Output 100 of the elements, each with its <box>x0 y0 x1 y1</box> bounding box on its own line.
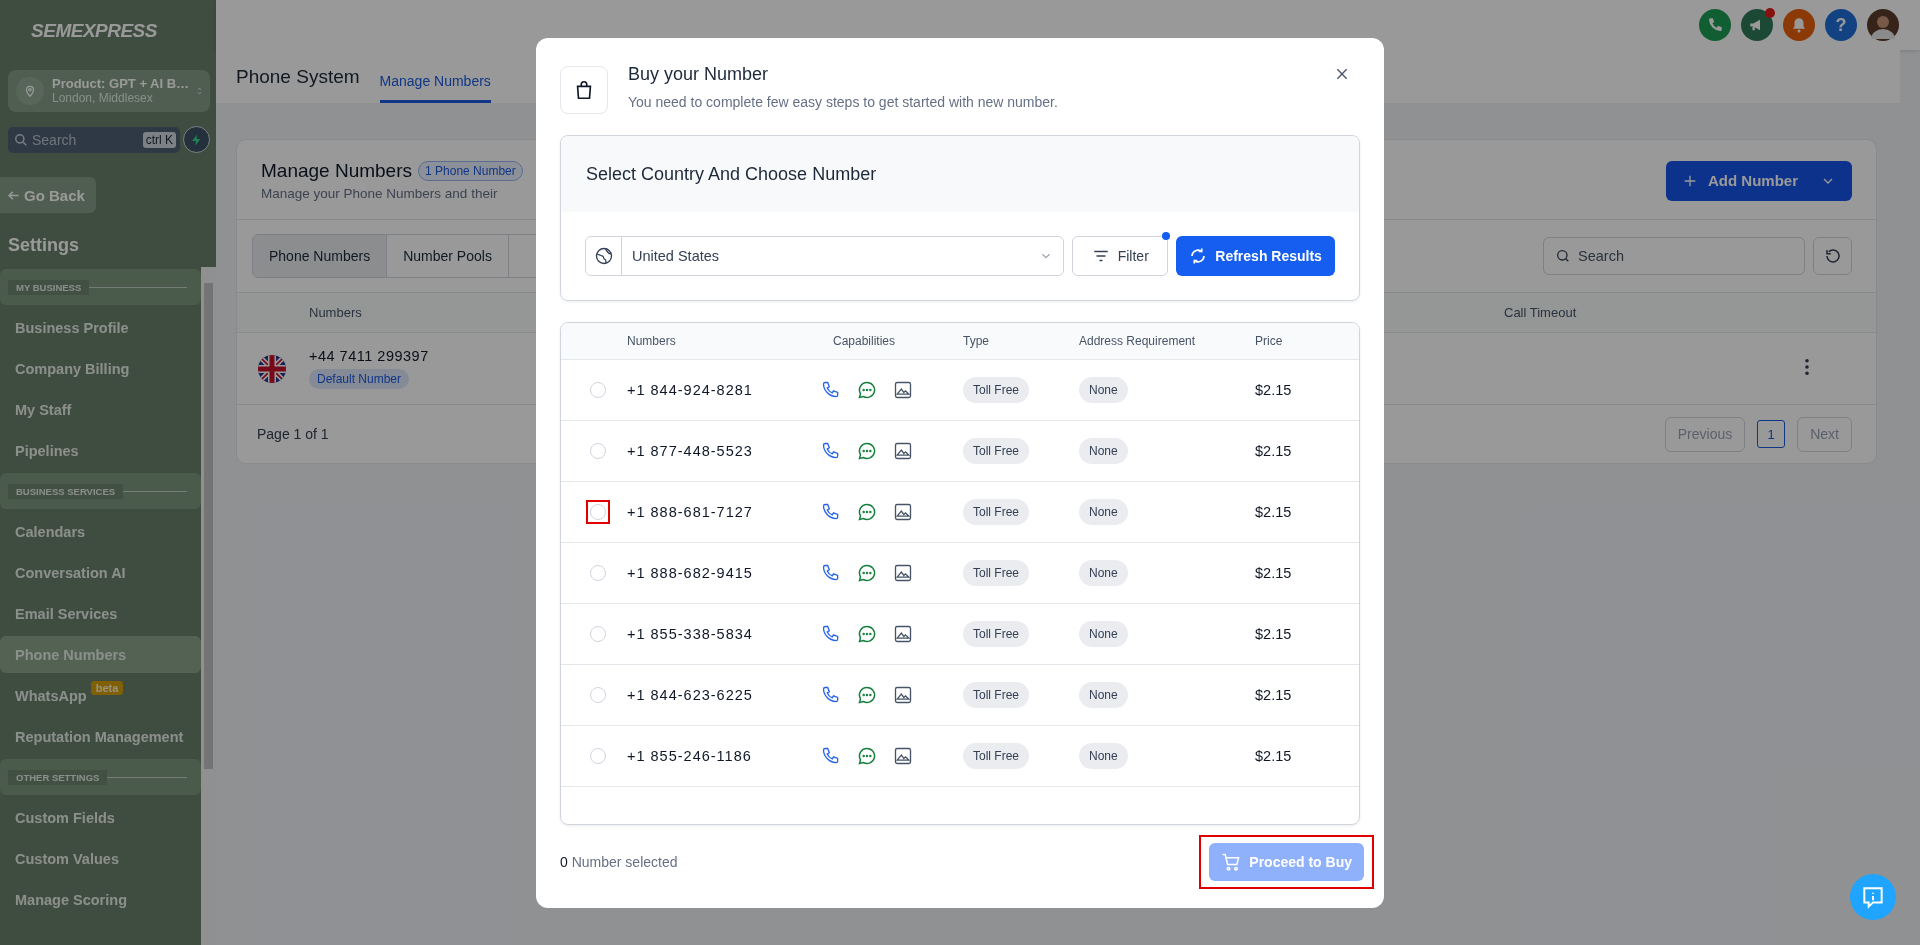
close-icon <box>1334 66 1350 82</box>
chat-icon <box>857 563 877 583</box>
help-button[interactable]: ? <box>1825 9 1857 41</box>
radio-button[interactable] <box>590 382 606 398</box>
phone-icon <box>821 624 841 644</box>
phone-number: +1 888-682-9415 <box>627 565 754 581</box>
page-tab[interactable]: Manage Numbers <box>379 63 491 103</box>
phone-icon <box>1706 16 1724 34</box>
page-button[interactable]: 1 <box>1757 420 1786 448</box>
location-selector[interactable]: Product: GPT + AI B… London, Middlesex <box>8 70 210 112</box>
price: $2.15 <box>1255 504 1293 520</box>
address-badge: None <box>1079 682 1128 708</box>
tab[interactable]: Phone Numbers <box>253 235 388 277</box>
price: $2.15 <box>1255 748 1293 764</box>
column-header: Numbers <box>309 305 363 320</box>
type-badge: Toll Free <box>963 621 1029 647</box>
sidebar-item[interactable]: Email Services <box>0 593 201 634</box>
address-badge: None <box>1079 560 1128 586</box>
card-subtitle: Manage your Phone Numbers and their <box>261 186 499 201</box>
section-label: BUSINESS SERVICES <box>8 483 124 499</box>
sidebar-item[interactable]: My Staff <box>0 389 201 430</box>
sidebar-item[interactable]: Manage Scoring <box>0 879 201 920</box>
sidebar-heading: Settings <box>8 235 80 257</box>
radio-button[interactable] <box>590 687 606 703</box>
phone-icon <box>821 685 841 705</box>
column-header: Address Requirement <box>1079 334 1197 348</box>
phone-icon <box>821 502 841 522</box>
page-title: Phone System <box>236 65 360 88</box>
dialog-title: Buy your Number <box>628 64 770 85</box>
column-header: Type <box>963 334 990 348</box>
add-number-button[interactable]: Add Number <box>1666 160 1852 201</box>
price: $2.15 <box>1255 565 1293 581</box>
reset-button[interactable] <box>1813 237 1852 275</box>
quick-action-button[interactable] <box>183 126 210 153</box>
sidebar-item[interactable]: Custom Fields <box>0 797 201 838</box>
more-icon <box>1804 358 1810 376</box>
phone-button[interactable] <box>1699 9 1731 41</box>
sidebar-item[interactable]: Phone Numbers <box>0 636 201 673</box>
type-badge: Toll Free <box>963 560 1029 586</box>
address-badge: None <box>1079 743 1128 769</box>
search-field[interactable]: Search <box>1543 237 1805 275</box>
phone-number: +1 877-448-5523 <box>627 443 754 459</box>
sidebar-item[interactable]: Pipelines <box>0 430 201 471</box>
type-badge: Toll Free <box>963 743 1029 769</box>
image-icon <box>893 685 913 705</box>
image-icon <box>893 746 913 766</box>
avatar[interactable] <box>1867 9 1899 41</box>
chat-info-icon <box>1860 884 1886 910</box>
next-button[interactable]: Next <box>1797 416 1852 452</box>
bell-button[interactable] <box>1783 9 1815 41</box>
type-badge: Toll Free <box>963 682 1029 708</box>
radio-button[interactable] <box>590 626 606 642</box>
address-badge: None <box>1079 377 1128 403</box>
country-value: United States <box>631 248 721 264</box>
globe-icon <box>593 246 614 266</box>
location-title: Product: GPT + AI B… <box>52 76 190 91</box>
sidebar-item[interactable]: Custom Values <box>0 838 201 879</box>
phone-icon <box>821 380 841 400</box>
sidebar-item[interactable]: Conversation AI <box>0 552 201 593</box>
address-badge: None <box>1079 438 1128 464</box>
refresh-results-button[interactable]: Refresh Results <box>1176 236 1335 276</box>
chat-icon <box>857 685 877 705</box>
megaphone-button[interactable] <box>1741 9 1773 41</box>
phone-number: +1 855-338-5834 <box>627 626 754 642</box>
country-select[interactable]: United States <box>585 236 1065 276</box>
back-button[interactable]: Go Back <box>0 177 96 213</box>
page-summary: Page 1 of 1 <box>257 426 329 442</box>
price: $2.15 <box>1255 382 1293 398</box>
column-header: Numbers <box>627 334 677 348</box>
radio-button[interactable] <box>590 565 606 581</box>
location-subtitle: London, Middlesex <box>52 91 154 106</box>
default-badge: Default Number <box>309 369 410 389</box>
flag-icon <box>257 353 287 384</box>
column-header: Call Timeout <box>1504 305 1578 320</box>
address-badge: None <box>1079 621 1128 647</box>
radio-button[interactable] <box>590 748 606 764</box>
radio-button[interactable] <box>590 443 606 459</box>
count-badge: 1 Phone Number <box>418 161 523 181</box>
price: $2.15 <box>1255 443 1293 459</box>
column-header: Price <box>1255 334 1284 348</box>
previous-button[interactable]: Previous <box>1664 416 1746 452</box>
sidebar-item[interactable]: WhatsApp beta <box>0 675 201 716</box>
phone-number: +1 844-623-6225 <box>627 687 754 703</box>
chat-icon <box>857 502 877 522</box>
price: $2.15 <box>1255 626 1293 642</box>
image-icon <box>893 502 913 522</box>
sidebar-item[interactable]: Reputation Management <box>0 716 201 757</box>
phone-number: +1 844-924-8281 <box>627 382 754 398</box>
column-header: Capabilities <box>832 334 897 348</box>
logo: SEMEXPRESS <box>31 20 157 42</box>
image-icon <box>893 441 913 461</box>
sidebar-item[interactable]: Company Billing <box>0 348 201 389</box>
sidebar-item[interactable]: Business Profile <box>0 307 201 348</box>
section-label: MY BUSINESS <box>8 279 90 295</box>
image-icon <box>893 563 913 583</box>
phone-icon <box>821 441 841 461</box>
type-badge: Toll Free <box>963 499 1029 525</box>
scrollbar[interactable] <box>201 267 216 945</box>
avatar-silhouette-icon <box>1867 9 1899 41</box>
sidebar-item[interactable]: Calendars <box>0 511 201 552</box>
